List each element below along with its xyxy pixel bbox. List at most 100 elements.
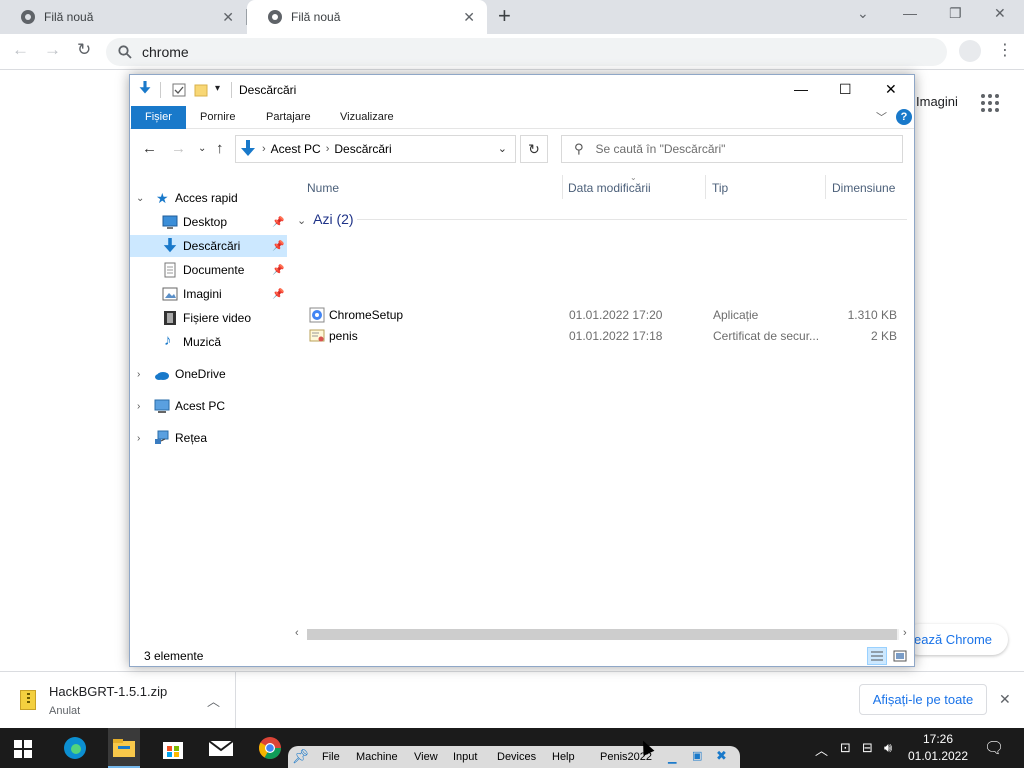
vbox-menu-help[interactable]: Help xyxy=(552,751,575,763)
tray-chevron-up-icon[interactable]: ︿ xyxy=(815,740,828,759)
ribbon-tab-home[interactable]: Pornire xyxy=(186,106,249,129)
mail-envelope-icon[interactable] xyxy=(208,736,234,760)
file-row[interactable]: penis 01.01.2022 17:18 Certificat de sec… xyxy=(293,326,914,346)
file-explorer-icon[interactable] xyxy=(111,736,137,760)
help-icon[interactable]: ? xyxy=(896,109,912,125)
close-download-bar-icon[interactable]: ✕ xyxy=(999,691,1011,708)
download-item[interactable]: HackBGRT-1.5.1.zip Anulat ︿ xyxy=(0,672,236,728)
close-window-icon[interactable]: ✕ xyxy=(994,5,1006,22)
properties-check-icon[interactable] xyxy=(172,83,186,97)
qa-customize-icon[interactable]: ▾ xyxy=(215,83,220,94)
pin-icon[interactable]: 📌 xyxy=(272,217,284,228)
store-bag-icon[interactable] xyxy=(160,736,186,760)
notifications-icon[interactable]: 🗨︎ xyxy=(984,738,1004,758)
breadcrumb-downloads[interactable]: Descărcări xyxy=(334,142,391,156)
scroll-right-arrow-icon[interactable]: › xyxy=(903,627,907,639)
nav-item-videos[interactable]: Fișiere video xyxy=(130,307,287,329)
nav-this-pc[interactable]: › Acest PC xyxy=(130,395,287,417)
tab-close-icon[interactable]: ✕ xyxy=(222,9,234,26)
omnibox[interactable]: chrome xyxy=(106,38,947,66)
explorer-close-icon[interactable]: ✕ xyxy=(885,81,897,98)
chrome-taskbar-icon[interactable] xyxy=(257,736,283,760)
vbox-menu-input[interactable]: Input xyxy=(453,751,477,763)
address-bar[interactable]: › Acest PC › Descărcări ⌄ xyxy=(235,135,516,163)
forward-arrow-icon[interactable]: → xyxy=(44,40,61,60)
chevron-up-icon[interactable]: ︿ xyxy=(207,691,220,710)
vbox-minimize-icon[interactable]: ▁ xyxy=(668,751,676,764)
new-folder-icon[interactable] xyxy=(194,83,208,97)
show-all-downloads-button[interactable]: Afișați-le pe toate xyxy=(859,684,987,715)
reload-icon[interactable]: ↻ xyxy=(77,40,91,60)
volume-icon[interactable]: 🔊︎ xyxy=(884,740,892,756)
search-input[interactable]: ⚲ Se caută în "Descărcări" xyxy=(561,135,903,163)
back-arrow-icon[interactable]: ← xyxy=(12,40,29,60)
tray-device-icon[interactable]: ⊡ xyxy=(840,740,851,756)
ribbon-expand-chevron-icon[interactable]: ﹀ xyxy=(876,109,887,125)
vbox-close-icon[interactable]: ✖ xyxy=(716,748,727,764)
details-view-icon[interactable] xyxy=(867,647,887,665)
scroll-left-arrow-icon[interactable]: ‹ xyxy=(295,627,299,639)
column-divider[interactable] xyxy=(562,175,563,199)
ribbon-tab-share[interactable]: Partajare xyxy=(252,106,325,129)
explorer-minimize-icon[interactable]: — xyxy=(794,81,808,97)
recent-locations-chevron-icon[interactable]: ⌄ xyxy=(198,143,206,154)
chrome-tab-2[interactable]: Filă nouă ✕ xyxy=(247,0,487,34)
network-icon[interactable]: ⊟ xyxy=(862,740,873,756)
explorer-maximize-icon[interactable]: ☐ xyxy=(839,81,852,98)
vbox-menu-file[interactable]: File xyxy=(322,751,340,763)
scroll-thumb[interactable] xyxy=(307,629,897,640)
column-header-date[interactable]: Data modificării xyxy=(568,181,651,195)
column-header-size[interactable]: Dimensiune xyxy=(832,181,895,195)
nav-item-desktop[interactable]: Desktop 📌 xyxy=(130,211,287,233)
nav-item-pictures[interactable]: Imagini 📌 xyxy=(130,283,287,305)
ribbon-tab-view[interactable]: Vizualizare xyxy=(326,106,408,129)
pin-icon[interactable]: 📌 xyxy=(272,241,284,252)
restore-icon[interactable]: ❐ xyxy=(949,5,962,22)
pin-toolbar-icon[interactable]: 📌︎ xyxy=(292,748,310,765)
refresh-icon[interactable]: ↻ xyxy=(520,135,548,163)
column-header-name[interactable]: Nume xyxy=(307,181,339,195)
back-arrow-icon[interactable]: ← xyxy=(142,140,157,157)
nav-item-documents[interactable]: Documente 📌 xyxy=(130,259,287,281)
chevron-right-icon[interactable]: › xyxy=(137,433,147,444)
breadcrumb-this-pc[interactable]: Acest PC xyxy=(271,142,321,156)
more-menu-icon[interactable]: ⋮ xyxy=(997,40,1013,60)
tab-close-icon[interactable]: ✕ xyxy=(463,9,475,26)
address-dropdown-icon[interactable]: ⌄ xyxy=(498,142,507,155)
new-tab-plus-icon[interactable]: + xyxy=(498,5,511,27)
column-header-type[interactable]: Tip xyxy=(712,181,728,195)
nav-onedrive[interactable]: › OneDrive xyxy=(130,363,287,385)
minimize-icon[interactable]: — xyxy=(903,5,917,21)
up-arrow-icon[interactable]: ↑ xyxy=(216,140,224,157)
vbox-window-icon[interactable]: ▣ xyxy=(692,749,702,762)
column-divider[interactable] xyxy=(705,175,706,199)
nav-network[interactable]: › Rețea xyxy=(130,427,287,449)
edge-browser-icon[interactable] xyxy=(62,736,88,760)
column-divider[interactable] xyxy=(825,175,826,199)
chrome-tab-1[interactable]: Filă nouă ✕ xyxy=(0,0,246,34)
chevron-right-icon[interactable]: › xyxy=(137,401,147,412)
large-icons-view-icon[interactable] xyxy=(890,647,910,665)
nav-item-music[interactable]: ♪ Muzică xyxy=(130,331,287,353)
horizontal-scrollbar[interactable]: ‹ › xyxy=(293,626,914,643)
vbox-menu-devices[interactable]: Devices xyxy=(497,751,536,763)
pin-icon[interactable]: 📌 xyxy=(272,289,284,300)
chevron-right-icon[interactable]: › xyxy=(137,369,147,380)
vbox-menu-machine[interactable]: Machine xyxy=(356,751,398,763)
customize-chrome-button[interactable]: ează Chrome xyxy=(904,624,1008,655)
tab-search-chevron-icon[interactable]: ⌄ xyxy=(857,5,869,22)
ribbon-tab-file[interactable]: Fișier xyxy=(131,106,186,129)
chevron-down-icon[interactable]: ⌄ xyxy=(136,193,146,204)
clock-date[interactable]: 01.01.2022 xyxy=(904,749,972,763)
vbox-menu-view[interactable]: View xyxy=(414,751,438,763)
pin-icon[interactable]: 📌 xyxy=(272,265,284,276)
profile-avatar-icon[interactable] xyxy=(959,40,981,62)
forward-arrow-icon[interactable]: → xyxy=(171,140,186,157)
images-link[interactable]: Imagini xyxy=(916,94,958,109)
clock-time[interactable]: 17:26 xyxy=(908,732,968,746)
windows-start-icon[interactable] xyxy=(14,740,32,758)
apps-grid-icon[interactable] xyxy=(981,94,999,112)
file-row[interactable]: ChromeSetup 01.01.2022 17:20 Aplicație 1… xyxy=(293,305,914,325)
nav-item-downloads[interactable]: Descărcări 📌 xyxy=(130,235,287,257)
nav-quick-access[interactable]: ⌄ ★ Acces rapid xyxy=(130,187,287,209)
